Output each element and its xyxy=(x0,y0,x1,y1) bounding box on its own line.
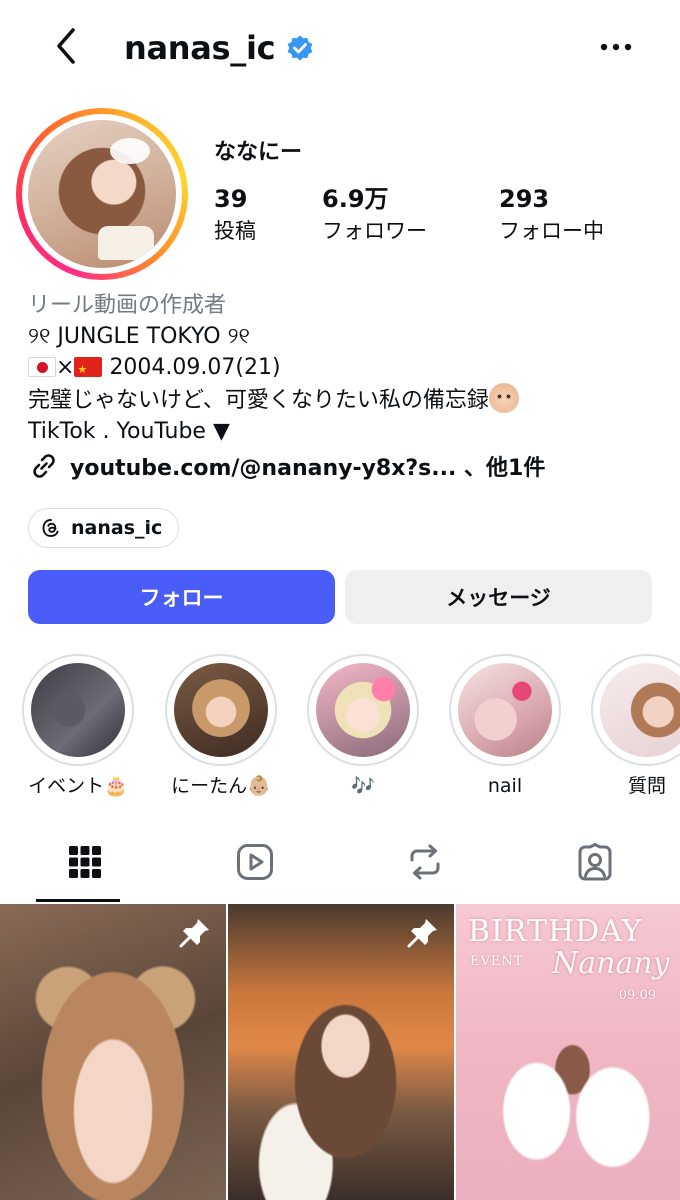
bio-line-4: TikTok . YouTube ▼ xyxy=(28,419,230,444)
tab-reposts[interactable] xyxy=(340,822,510,902)
link-icon xyxy=(28,450,60,482)
stat-following[interactable]: 293 フォロー中 xyxy=(499,184,604,246)
post-3-title: BIRTHDAY xyxy=(468,914,643,949)
chevron-left-icon xyxy=(57,28,75,64)
pin-icon xyxy=(179,919,209,948)
highlight-music[interactable]: 🎶 xyxy=(293,654,433,800)
highlight-label: 🎶 xyxy=(351,775,375,797)
highlight-ring xyxy=(307,654,419,766)
tab-posts-grid[interactable] xyxy=(0,822,170,902)
tab-tagged[interactable] xyxy=(510,822,680,902)
repost-icon xyxy=(410,844,440,880)
profile-tabs xyxy=(0,822,680,902)
highlight-cover-music xyxy=(316,663,410,757)
highlight-cover-nail xyxy=(458,663,552,757)
display-name: ななにー xyxy=(214,140,303,165)
stat-followers[interactable]: 6.9万 フォロワー xyxy=(322,184,427,246)
post-thumbnail-2[interactable] xyxy=(228,904,454,1200)
verified-badge-icon xyxy=(285,33,315,63)
grid-icon xyxy=(69,846,101,878)
highlight-label: 質問 xyxy=(627,775,666,797)
stat-posts-value: 39 xyxy=(214,185,248,213)
avatar-cake xyxy=(98,226,154,260)
bio-category: リール動画の作成者 xyxy=(28,293,227,318)
avatar xyxy=(28,120,176,268)
china-flag-icon xyxy=(74,357,103,377)
tab-reels[interactable] xyxy=(170,822,340,902)
external-link-text: youtube.com/@nanany-y8x?s... 、他1件 xyxy=(70,456,546,481)
post-thumbnail-3[interactable]: BIRTHDAY EVENT Nanany 09.09 xyxy=(456,904,680,1200)
back-button[interactable] xyxy=(44,22,88,70)
message-button[interactable]: メッセージ xyxy=(345,570,652,624)
highlight-label: nail xyxy=(487,775,523,797)
highlight-cover-event xyxy=(31,663,125,757)
stat-posts[interactable]: 39 投稿 xyxy=(214,184,256,246)
post-3-date: 09.09 xyxy=(618,988,656,1003)
bio-separator: × xyxy=(56,355,75,380)
avatar-frame xyxy=(22,114,182,274)
stat-following-value: 293 xyxy=(499,185,550,213)
tagged-icon xyxy=(578,843,612,881)
bio: リール動画の作成者 ୨୧ JUNGLE TOKYO ୨୧ × 2004.09.0… xyxy=(28,290,658,447)
highlight-ring xyxy=(22,654,134,766)
highlight-label: イベント🎂 xyxy=(28,775,128,797)
stat-followers-value: 6.9万 xyxy=(322,185,389,213)
post-3-script: Nanany xyxy=(552,946,670,981)
profile-header: nanas_ic xyxy=(0,0,680,96)
avatar-story-ring[interactable] xyxy=(16,108,188,280)
highlight-question[interactable]: 質問 xyxy=(577,654,680,800)
highlight-ring xyxy=(165,654,277,766)
highlight-cover-question xyxy=(600,663,680,757)
japan-flag-icon xyxy=(28,357,56,377)
post-3-subtitle: EVENT xyxy=(470,954,524,969)
baby-face-icon xyxy=(488,383,519,413)
active-tab-indicator xyxy=(36,899,120,902)
external-link[interactable]: youtube.com/@nanany-y8x?s... 、他1件 xyxy=(28,450,545,482)
bio-line-1: ୨୧ JUNGLE TOKYO ୨୧ xyxy=(28,324,251,349)
posts-grid: BIRTHDAY EVENT Nanany 09.09 xyxy=(0,904,680,1200)
threads-badge-button[interactable]: nanas_ic xyxy=(28,508,180,548)
more-horizontal-icon xyxy=(600,43,632,51)
threads-handle: nanas_ic xyxy=(71,517,163,539)
username-title: nanas_ic xyxy=(124,29,276,67)
stat-following-label: フォロー中 xyxy=(499,219,604,243)
pin-icon xyxy=(407,919,437,948)
threads-icon xyxy=(41,518,61,538)
post-thumbnail-1[interactable] xyxy=(0,904,226,1200)
highlight-nail[interactable]: nail xyxy=(435,654,575,800)
highlight-label: にーたん👶🏼 xyxy=(171,775,271,797)
follow-button[interactable]: フォロー xyxy=(28,570,335,624)
username-title-wrap: nanas_ic xyxy=(124,26,315,70)
highlight-ring xyxy=(449,654,561,766)
more-options-button[interactable] xyxy=(594,30,638,64)
highlight-niitan[interactable]: にーたん👶🏼 xyxy=(151,654,291,800)
stat-posts-label: 投稿 xyxy=(214,219,256,243)
highlight-ring xyxy=(591,654,680,766)
bio-line-3-text: 完璧じゃないけど、可愛くなりたい私の備忘録 xyxy=(28,388,489,413)
story-highlights: イベント🎂 にーたん👶🏼 🎶 nail 質問 xyxy=(0,654,680,804)
highlight-cover-niitan xyxy=(174,663,268,757)
stat-followers-label: フォロワー xyxy=(322,219,427,243)
bio-line-2: × 2004.09.07(21) xyxy=(28,352,658,383)
bio-line-3: 完璧じゃないけど、可愛くなりたい私の備忘録 xyxy=(28,383,658,416)
reels-icon xyxy=(237,844,273,880)
bio-birthday: 2004.09.07(21) xyxy=(109,355,281,380)
avatar-hair-bow xyxy=(110,138,150,164)
highlight-event[interactable]: イベント🎂 xyxy=(8,654,148,800)
